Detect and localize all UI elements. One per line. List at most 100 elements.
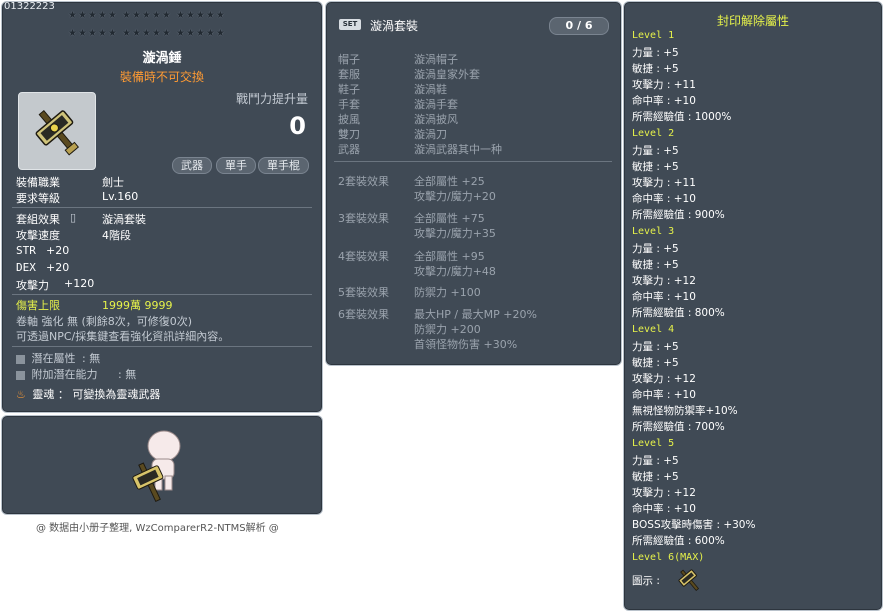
credit-line: @ 数据由小册子整理, WzComparerR2-NTMS解析 @: [36, 523, 279, 534]
stat-atk-label: 攻擊力: [16, 279, 49, 292]
stat-str-label: STR: [16, 244, 36, 257]
stat-dex-row: DEX +20: [16, 261, 69, 274]
set-piece: 套服 漩渦皇家外套: [338, 68, 480, 81]
flame-icon: ♨: [16, 388, 26, 401]
level-line: 所需經驗值 : 600%: [632, 535, 725, 547]
divider: [12, 346, 312, 347]
divider: [12, 294, 312, 295]
level-title: Level 6(MAX): [632, 552, 705, 563]
level-title: Level 3: [632, 226, 675, 237]
attack-speed-row: 攻擊速度 4階段: [16, 227, 131, 243]
starforce-row-2: ★★★★★ ★★★★★ ★★★★★: [68, 28, 226, 39]
level-line: 攻擊力 : +11: [632, 79, 696, 91]
set-piece: 武器 漩渦武器其中一种: [338, 143, 502, 156]
level-title: Level 5: [632, 438, 675, 449]
starforce-row-1: ★★★★★ ★★★★★ ★★★★★: [68, 10, 226, 21]
level-line: 命中率 : +10: [632, 291, 696, 303]
damage-cap-label: 傷害上限: [16, 299, 60, 312]
seal-release-panel: 封印解除屬性 Level 1 力量 : +5 敏捷 : +5 攻擊力 : +11…: [623, 1, 883, 611]
set-piece: 手套 漩渦手套: [338, 98, 458, 111]
damage-cap-value: 1999萬 9999: [102, 299, 173, 312]
set-piece: 鞋子 漩渦鞋: [338, 83, 447, 96]
stat-atk-row: 攻擊力 +120: [16, 277, 94, 293]
set-effect-4: 4套裝效果 全部屬性 +95 攻擊力/魔力+48: [338, 250, 496, 278]
level-line: 攻擊力 : +12: [632, 487, 696, 499]
seal-title: 封印解除屬性: [716, 14, 789, 28]
set-name: 漩渦套裝: [370, 19, 419, 33]
level-line: 敏捷 : +5: [632, 63, 679, 75]
level-line: 敏捷 : +5: [632, 161, 679, 173]
item-tooltip-panel: 01322223 ★★★★★ ★★★★★ ★★★★★ ★★★★★ ★★★★★ ★…: [1, 1, 323, 413]
level-line: 無視怪物防禦率+10%: [632, 405, 738, 417]
level-line: BOSS攻擊時傷害 : +30%: [632, 519, 756, 531]
level-line: 命中率 : +10: [632, 193, 696, 205]
item-id: 01322223: [4, 1, 55, 12]
set-count: 0 / 6: [549, 17, 609, 35]
set-effect-3: 3套裝效果 全部屬性 +75 攻擊力/魔力+35: [338, 212, 496, 240]
stat-dex-label: DEX: [16, 261, 36, 274]
set-effect-2: 2套裝效果 全部屬性 +25 攻擊力/魔力+20: [338, 175, 496, 203]
combat-power-label: 戰鬥力提升量: [235, 92, 308, 106]
character-avatar: [132, 430, 181, 503]
damage-cap-row: 傷害上限 1999萬 9999: [16, 297, 173, 313]
hammer-icon: [35, 109, 80, 156]
potential-label: 潛在屬性: [31, 352, 76, 365]
additional-potential-label: 附加潛在能力: [31, 368, 98, 381]
additional-potential-value: : 無: [118, 368, 137, 381]
req-level-value: Lv.160: [102, 190, 139, 203]
tag-one-handed-mace: 單手棍: [258, 157, 309, 174]
set-effect-6: 6套裝效果 最大HP / 最大MP +20% 防禦力 +200 首領怪物伤害 +…: [338, 308, 537, 351]
additional-potential-lock-icon: [16, 370, 25, 380]
lock-icon: ▯: [70, 211, 77, 224]
set-effect-label: 套組效果: [16, 213, 60, 226]
set-piece: 披風 漩渦披风: [338, 113, 458, 126]
level-line: 所需經驗值 : 1000%: [632, 111, 732, 123]
level-title: Level 2: [632, 128, 675, 139]
attack-speed-value: 4階段: [102, 229, 131, 242]
character-preview-panel: [1, 415, 323, 515]
additional-potential-row: 附加潛在能力 : 無: [16, 366, 136, 382]
tag-weapon: 武器: [172, 157, 212, 174]
level-line: 所需經驗值 : 700%: [632, 421, 725, 433]
req-job-label: 裝備職業: [16, 176, 60, 189]
level-line: 力量 : +5: [632, 47, 679, 59]
npc-info-line: 可透過NPC/採集鍵查看強化資訊詳細內容。: [16, 330, 230, 343]
set-effect-row: 套組效果 ▯ 漩渦套裝: [16, 211, 146, 227]
level-line: 敏捷 : +5: [632, 357, 679, 369]
level-line: 力量 : +5: [632, 341, 679, 353]
hammer-icon: [678, 569, 700, 592]
divider: [334, 161, 612, 162]
set-effect-5: 5套裝效果 防禦力 +100: [338, 286, 481, 299]
level-line: 圖示 :: [632, 575, 660, 587]
level-line: 敏捷 : +5: [632, 471, 679, 483]
set-badge: SET: [339, 19, 361, 30]
level-line: 攻擊力 : +11: [632, 177, 696, 189]
level-line: 命中率 : +10: [632, 503, 696, 515]
level-line: 所需經驗值 : 900%: [632, 209, 725, 221]
potential-value: : 無: [82, 352, 101, 365]
potential-lock-icon: [16, 354, 25, 364]
level-line: 攻擊力 : +12: [632, 275, 696, 287]
level-line: 所需經驗值 : 800%: [632, 307, 725, 319]
soul-line: 靈魂 ： 可變換為靈魂武器: [32, 388, 161, 401]
stat-dex-value: +20: [46, 261, 70, 274]
level-title: Level 1: [632, 30, 675, 41]
tag-one-handed: 單手: [216, 157, 256, 174]
attack-speed-label: 攻擊速度: [16, 229, 60, 242]
soul-row: ♨ 靈魂 ： 可變換為靈魂武器: [16, 386, 160, 402]
level-line: 力量 : +5: [632, 145, 679, 157]
req-job-value: 劍士: [102, 176, 124, 189]
stat-str-row: STR +20: [16, 244, 69, 257]
req-level-label: 要求等級: [16, 192, 60, 205]
set-effect-value: 漩渦套裝: [102, 213, 146, 226]
level-line: 敏捷 : +5: [632, 259, 679, 271]
level-title: Level 4: [632, 324, 675, 335]
item-icon-frame: [18, 92, 96, 170]
set-piece: 帽子 漩渦帽子: [338, 53, 458, 66]
level-line: 力量 : +5: [632, 243, 679, 255]
divider: [12, 207, 312, 208]
stat-str-value: +20: [46, 244, 70, 257]
untradable-notice: 裝備時不可交換: [119, 70, 204, 84]
combat-power-value: 0: [289, 112, 306, 140]
level-line: 攻擊力 : +12: [632, 373, 696, 385]
